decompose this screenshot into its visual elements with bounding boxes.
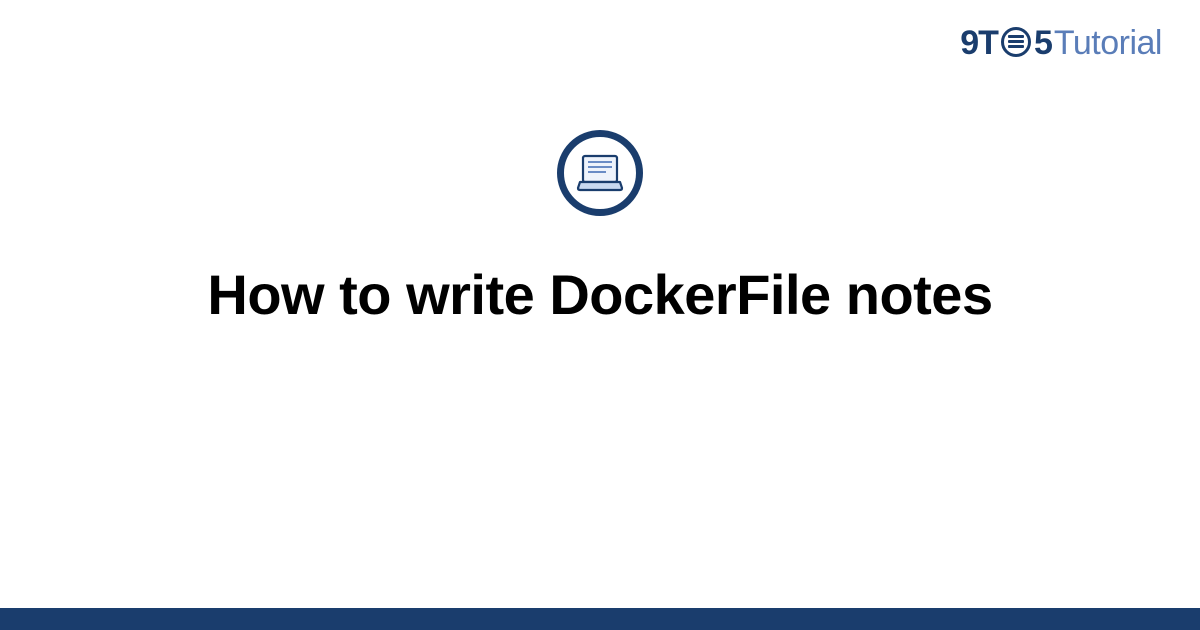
logo-text-5: 5: [1034, 24, 1052, 63]
logo-text-9t: 9T: [960, 24, 998, 63]
logo-text-tutorial: Tutorial: [1054, 24, 1162, 63]
footer-bar: [0, 608, 1200, 630]
logo-lines-icon: [1008, 40, 1024, 43]
laptop-icon-circle: [557, 130, 643, 216]
page-title: How to write DockerFile notes: [207, 262, 992, 327]
laptop-icon: [576, 153, 624, 193]
main-content: How to write DockerFile notes: [0, 130, 1200, 327]
logo-circle-icon: [1001, 27, 1031, 57]
site-logo: 9T 5 Tutorial: [960, 24, 1162, 63]
